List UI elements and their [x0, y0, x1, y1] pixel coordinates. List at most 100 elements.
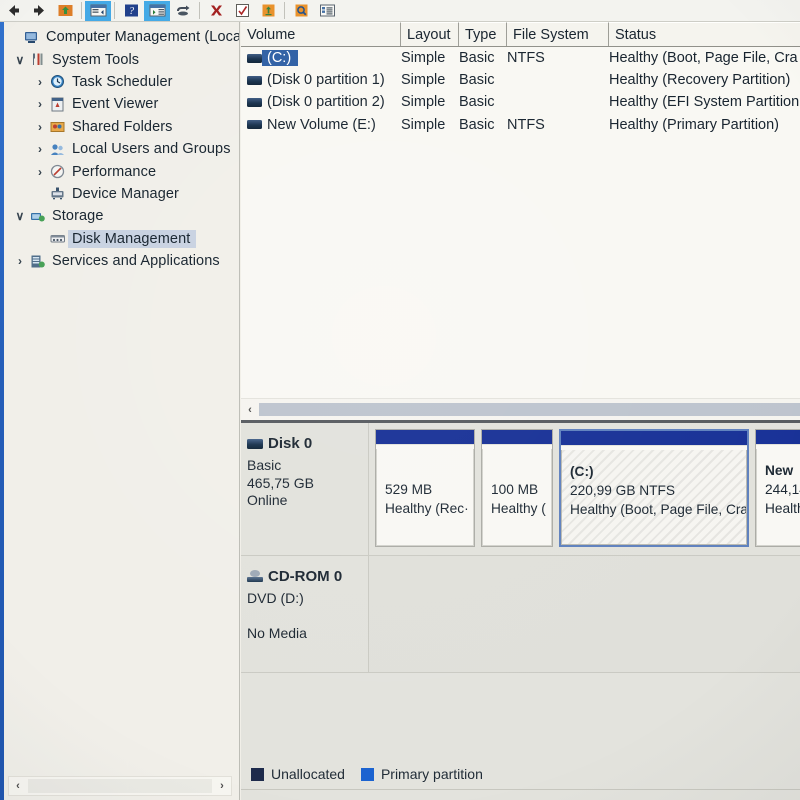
volume-name-label: (C:)	[262, 50, 299, 67]
tree-item-label: System Tools	[52, 51, 140, 68]
properties-check-icon[interactable]	[229, 1, 255, 21]
tree-item-performance[interactable]: › Performance	[4, 160, 239, 182]
tree-item-local-users-and-groups[interactable]: › Local Users and Groups	[4, 138, 239, 160]
show-hide-console-tree-icon[interactable]	[85, 0, 111, 21]
search-folder-icon[interactable]	[288, 1, 314, 21]
devicemanager-icon	[48, 186, 68, 201]
volume-scroll-left-button[interactable]: ‹	[241, 401, 259, 419]
partition-size-label: 244,14	[765, 482, 800, 497]
disk-info-panel[interactable]: CD-ROM 0 DVD (D:) No Media	[241, 556, 369, 672]
volume-row[interactable]: (Disk 0 partition 1) Simple Basic Healthy (…	[241, 69, 800, 91]
cdrom-icon	[247, 570, 263, 583]
delete-icon[interactable]	[203, 1, 229, 21]
performance-icon	[48, 164, 68, 179]
tree-item-event-viewer[interactable]: › Event Viewer	[4, 93, 239, 115]
volume-cell-layout: Simple	[401, 72, 446, 89]
tree-item-system-tools[interactable]: ∨ System Tools	[4, 48, 239, 70]
partition-name-label: (C:)	[570, 464, 594, 479]
computer-icon	[22, 30, 42, 45]
partition-size-label: 100 MB	[491, 482, 539, 497]
chevron-icon[interactable]: ›	[12, 254, 28, 268]
partition-status-label: Health	[765, 501, 800, 516]
partition-status-label: Healthy (Rec·	[385, 501, 469, 516]
legend-label: Unallocated	[271, 766, 345, 782]
toolbar: ?	[0, 0, 800, 22]
back-arrow-icon[interactable]	[0, 1, 26, 21]
partition-block[interactable]: 529 MB Healthy (Rec·	[375, 429, 475, 547]
partition-name-label: New	[765, 463, 794, 478]
export-list-icon[interactable]	[255, 1, 281, 21]
tree-item-label: Disk Management	[68, 229, 197, 248]
chevron-icon[interactable]: ∨	[12, 209, 28, 223]
help-icon[interactable]: ?	[118, 1, 144, 21]
tree-scroll-right-button[interactable]: ›	[213, 777, 231, 795]
users-icon	[48, 142, 68, 157]
chevron-icon[interactable]: ›	[32, 142, 48, 156]
column-header-type[interactable]: Type	[459, 22, 507, 46]
show-hide-action-pane-icon[interactable]	[144, 0, 170, 21]
drive-icon	[247, 75, 262, 85]
partition-block[interactable]: 100 MB Healthy (	[481, 429, 553, 547]
refresh-icon[interactable]	[170, 1, 196, 21]
disk-row[interactable]: Disk 0 Basic 465,75 GB Online 529 MB Healthy…	[241, 423, 800, 556]
column-header-layout[interactable]: Layout	[401, 22, 459, 46]
tree-item-storage[interactable]: ∨ Storage	[4, 205, 239, 227]
disk-row[interactable]: CD-ROM 0 DVD (D:) No Media	[241, 556, 800, 673]
disk-state-label: No Media	[247, 625, 307, 641]
forward-arrow-icon[interactable]	[26, 1, 52, 21]
drive-icon	[247, 97, 262, 107]
sharedfolders-icon	[48, 119, 68, 134]
column-header-volume[interactable]: Volume	[241, 22, 401, 46]
tree-horizontal-scrollbar[interactable]: ‹ ›	[8, 776, 232, 796]
tree-item-label: Computer Management (Local	[46, 29, 239, 46]
disk-spacer	[247, 608, 368, 626]
chevron-icon[interactable]: ›	[32, 120, 48, 134]
partition-details: 100 MB Healthy (	[482, 449, 552, 546]
volume-list-header: Volume Layout Type File System Status	[241, 22, 800, 47]
tree-item-label: Device Manager	[72, 185, 179, 202]
drive-icon	[247, 53, 262, 63]
partition-color-bar	[756, 430, 800, 445]
chevron-icon[interactable]: ›	[32, 97, 48, 111]
volume-cell-status: Healthy (Boot, Page File, Cra	[609, 50, 798, 67]
screen: ? Computer Management (Local ∨ System Tool…	[0, 0, 800, 800]
drive-icon	[247, 120, 262, 130]
tree-item-device-manager[interactable]: Device Manager	[4, 183, 239, 205]
column-header-status[interactable]: Status	[609, 22, 800, 46]
column-header-file-system[interactable]: File System	[507, 22, 609, 46]
legend-swatch	[251, 767, 264, 781]
partition-block[interactable]: (C:) 220,99 GB NTFS Healthy (Boot, Page Fi…	[559, 429, 749, 547]
toolbar-separator	[81, 2, 82, 19]
partition-block[interactable]: New 244,14 Health	[755, 429, 800, 547]
volume-list: Volume Layout Type File System Status (C:) Si…	[241, 22, 800, 420]
volume-row[interactable]: (C:) Simple Basic NTFS Healthy (Boot, Page F…	[241, 47, 800, 69]
partition-details: New 244,14 Health	[756, 449, 800, 546]
disk-name-label: Disk 0	[268, 435, 313, 452]
graphical-disk-view: Disk 0 Basic 465,75 GB Online 529 MB Healthy…	[241, 423, 800, 800]
tree-item-shared-folders[interactable]: › Shared Folders	[4, 116, 239, 138]
console-tree: Computer Management (Local ∨ System Tools ›…	[4, 22, 239, 772]
toolbar-separator	[114, 2, 115, 19]
volume-scroll-thumb[interactable]	[259, 403, 800, 416]
disk-info-panel[interactable]: Disk 0 Basic 465,75 GB Online	[241, 423, 369, 555]
chevron-icon[interactable]: ›	[32, 165, 48, 179]
volume-row[interactable]: New Volume (E:) Simple Basic NTFS Healthy (P…	[241, 114, 800, 136]
chevron-icon[interactable]: ∨	[12, 53, 28, 67]
disk-rows: Disk 0 Basic 465,75 GB Online 529 MB Healthy…	[241, 423, 800, 673]
volume-list-horizontal-scrollbar[interactable]: ‹	[241, 398, 800, 420]
tree-item-task-scheduler[interactable]: › Task Scheduler	[4, 71, 239, 93]
volume-cell-layout: Simple	[401, 50, 446, 67]
tree-item-computer-management-local[interactable]: Computer Management (Local	[4, 26, 239, 48]
tree-item-services-and-applications[interactable]: › Services and Applications	[4, 250, 239, 272]
tree-scroll-left-button[interactable]: ‹	[9, 777, 27, 795]
up-folder-icon[interactable]	[52, 1, 78, 21]
partition-size-label: 529 MB	[385, 482, 433, 497]
volume-row[interactable]: (Disk 0 partition 2) Simple Basic Healthy (…	[241, 91, 800, 113]
tree-scroll-thumb[interactable]	[28, 779, 212, 793]
svg-text:?: ?	[129, 6, 134, 17]
volume-cell-volume: New Volume (E:)	[241, 117, 401, 133]
chevron-icon[interactable]: ›	[32, 75, 48, 89]
storage-icon	[28, 209, 48, 224]
tree-item-disk-management[interactable]: Disk Management	[4, 228, 239, 250]
details-list-icon[interactable]	[314, 1, 340, 21]
